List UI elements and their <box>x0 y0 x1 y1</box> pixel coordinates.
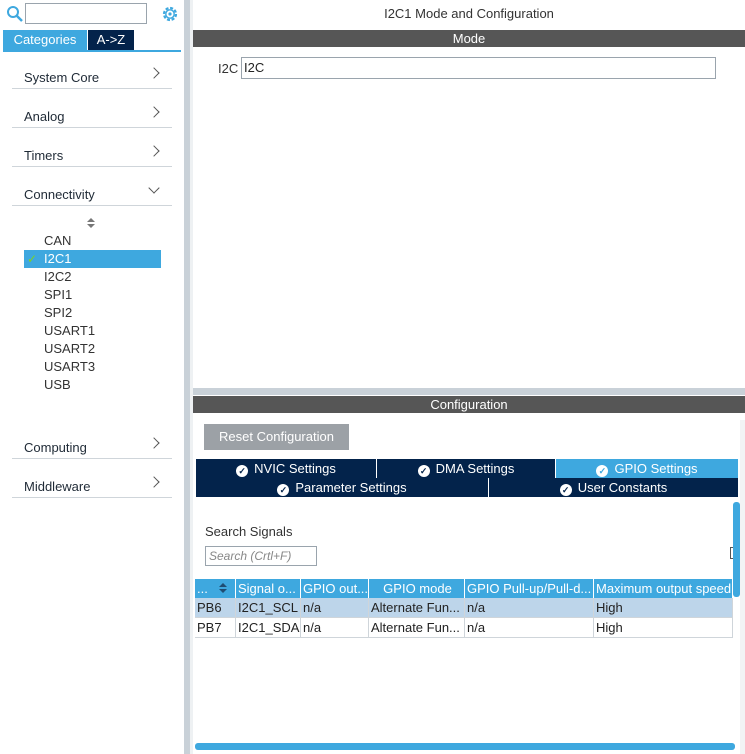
panel-border <box>190 0 193 754</box>
table-cell[interactable]: PB6 <box>195 598 236 618</box>
check-circle-icon: ✓ <box>596 465 609 477</box>
categories-panel: Categories A->Z System Core Analog Timer… <box>0 0 184 754</box>
tab-label: Parameter Settings <box>295 480 407 495</box>
i2c-mode-select[interactable]: I2C <box>241 57 716 79</box>
check-circle-icon: ✓ <box>559 484 572 496</box>
configuration-header: Configuration <box>193 396 745 413</box>
table-cell[interactable]: High <box>594 618 733 638</box>
horizontal-scrollbar[interactable] <box>195 743 735 750</box>
tab-categories[interactable]: Categories <box>3 30 87 50</box>
category-middleware[interactable]: Middleware <box>12 459 172 498</box>
page-title: I2C1 Mode and Configuration <box>384 6 554 21</box>
connectivity-item-usart2[interactable]: USART2 <box>24 340 161 358</box>
connectivity-item-i2c2[interactable]: I2C2 <box>24 268 161 286</box>
category-label: Middleware <box>24 479 91 494</box>
table-cell[interactable]: High <box>594 598 733 618</box>
category-label: Computing <box>24 440 87 455</box>
tab-label: DMA Settings <box>435 461 515 476</box>
tab-label: User Constants <box>577 480 668 495</box>
check-circle-icon: ✓ <box>417 465 430 477</box>
column-header-gpio-mode[interactable]: GPIO mode <box>369 579 465 598</box>
category-connectivity[interactable]: Connectivity <box>12 167 172 206</box>
tab-gpio-settings[interactable]: ✓ GPIO Settings <box>556 459 738 478</box>
sort-icon <box>219 583 227 593</box>
tab-user-constants[interactable]: ✓ User Constants <box>489 478 738 497</box>
gear-icon[interactable] <box>160 4 180 24</box>
tab-dma-settings[interactable]: ✓ DMA Settings <box>377 459 555 478</box>
chevron-right-icon <box>148 106 160 118</box>
category-label: Connectivity <box>24 187 95 202</box>
chevron-right-icon <box>148 145 160 157</box>
column-header-signal[interactable]: Signal o... <box>236 579 301 598</box>
search-icon <box>7 6 23 22</box>
tab-a-z[interactable]: A->Z <box>88 30 134 50</box>
check-circle-icon: ✓ <box>277 484 290 496</box>
check-icon: ✓ <box>27 252 38 266</box>
connectivity-item-usb[interactable]: USB <box>24 376 161 394</box>
table-cell[interactable]: n/a <box>465 618 594 638</box>
connectivity-item-usart3[interactable]: USART3 <box>24 358 161 376</box>
table-cell[interactable]: n/a <box>301 598 369 618</box>
connectivity-item-usart1[interactable]: USART1 <box>24 322 161 340</box>
search-signals-input[interactable]: Search (Crtl+F) <box>205 546 317 566</box>
category-label: System Core <box>24 70 100 85</box>
table-cell[interactable]: Alternate Fun... <box>369 618 465 638</box>
category-computing[interactable]: Computing <box>12 420 172 459</box>
table-cell[interactable]: n/a <box>465 598 594 618</box>
table-cell[interactable]: I2C1_SDA <box>236 618 301 638</box>
table-cell[interactable]: PB7 <box>195 618 236 638</box>
category-system-core[interactable]: System Core <box>12 50 172 89</box>
connectivity-item-spi2[interactable]: SPI2 <box>24 304 161 322</box>
chevron-down-icon <box>148 182 160 194</box>
column-header-label: ... <box>197 581 208 596</box>
search-signals-label: Search Signals <box>205 524 293 539</box>
connectivity-item-label: I2C1 <box>44 251 72 266</box>
connectivity-item-spi1[interactable]: SPI1 <box>24 286 161 304</box>
category-timers[interactable]: Timers <box>12 128 172 167</box>
table-cell[interactable]: n/a <box>301 618 369 638</box>
sort-icon[interactable] <box>86 217 96 229</box>
category-label: Timers <box>24 148 64 163</box>
table-cell[interactable]: I2C1_SCL <box>236 598 301 618</box>
pane-splitter[interactable] <box>193 388 745 395</box>
mode-header: Mode <box>193 30 745 47</box>
check-circle-icon: ✓ <box>236 465 249 477</box>
column-header-pin[interactable]: ... <box>195 579 236 598</box>
i2c-label: I2C <box>218 61 239 76</box>
tab-label: GPIO Settings <box>614 461 698 476</box>
vertical-scrollbar[interactable] <box>733 502 740 597</box>
chevron-right-icon <box>148 67 160 79</box>
chevron-right-icon <box>148 437 160 449</box>
tab-nvic-settings[interactable]: ✓ NVIC Settings <box>196 459 376 478</box>
tab-label: NVIC Settings <box>254 461 336 476</box>
table-cell[interactable]: Alternate Fun... <box>369 598 465 618</box>
connectivity-item-can[interactable]: CAN <box>24 232 161 250</box>
connectivity-item-i2c1[interactable]: ✓ I2C1 <box>24 250 161 268</box>
category-search-input[interactable] <box>25 3 147 24</box>
category-analog[interactable]: Analog <box>12 89 172 128</box>
column-header-gpio-pull[interactable]: GPIO Pull-up/Pull-d... <box>465 579 594 598</box>
column-header-max-speed[interactable]: Maximum output speed <box>594 579 733 598</box>
tab-parameter-settings[interactable]: ✓ Parameter Settings <box>196 478 488 497</box>
scroll-track-vertical <box>740 420 745 754</box>
column-header-gpio-output[interactable]: GPIO out... <box>301 579 369 598</box>
reset-configuration-button[interactable]: Reset Configuration <box>204 424 349 450</box>
category-label: Analog <box>24 109 65 124</box>
chevron-right-icon <box>148 476 160 488</box>
